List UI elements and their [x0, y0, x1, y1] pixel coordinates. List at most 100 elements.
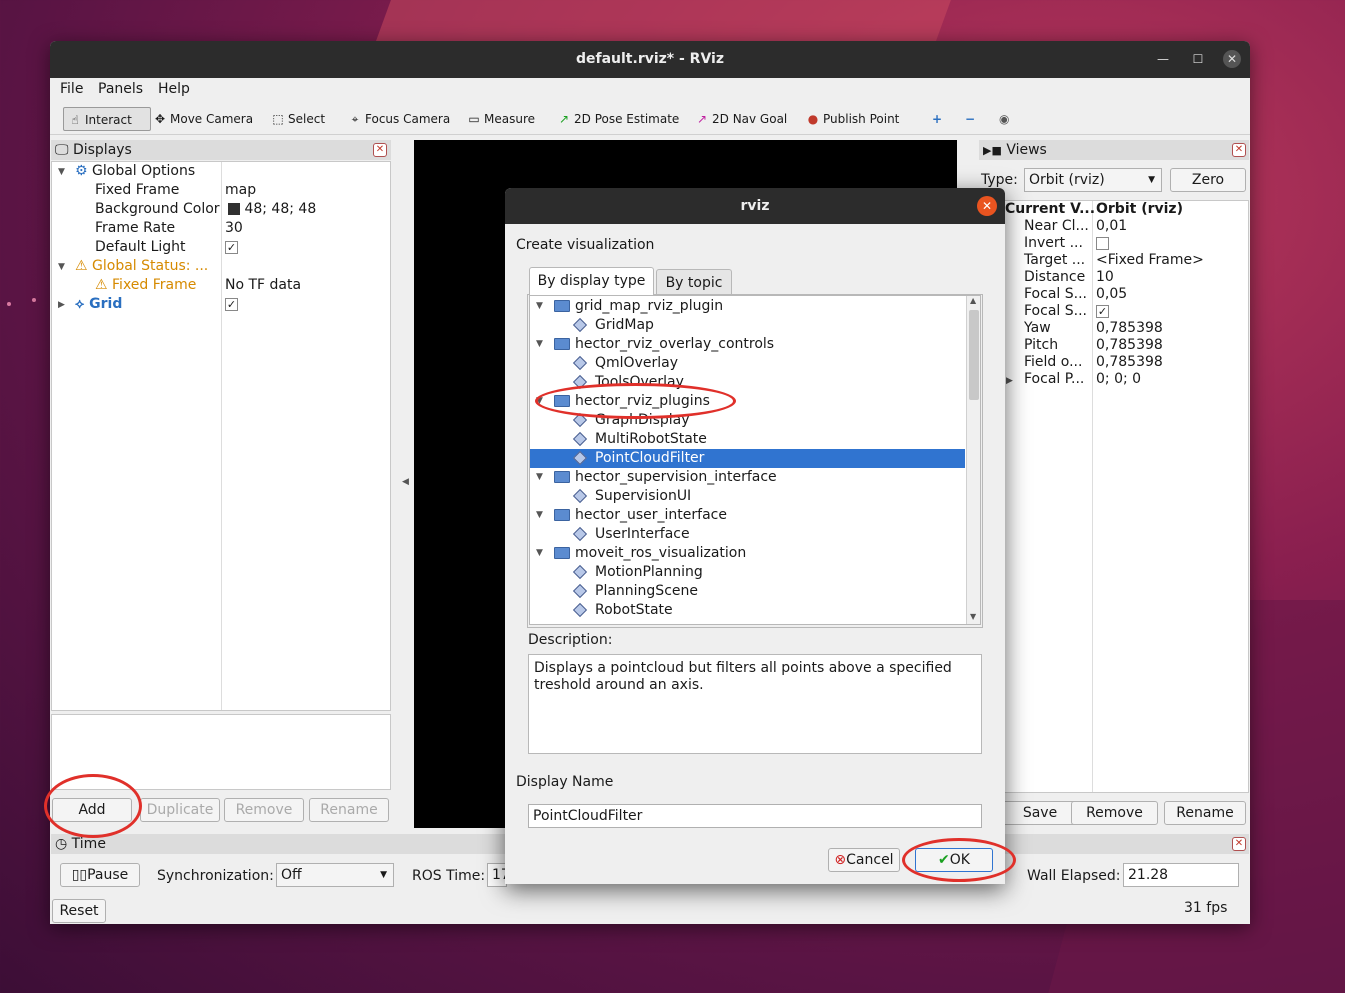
scroll-up-icon[interactable]: ▲: [970, 296, 976, 305]
scroll-down-icon[interactable]: ▼: [970, 612, 976, 621]
frame-rate-value[interactable]: 30: [225, 219, 243, 238]
ros-time-field[interactable]: 17: [487, 863, 510, 887]
interact-tool[interactable]: ☝ Interact: [63, 107, 151, 131]
pause-button[interactable]: ▯▯Pause: [60, 863, 140, 887]
cancel-button[interactable]: ⊗Cancel: [828, 848, 900, 872]
select-icon: ⬚: [272, 112, 284, 126]
plugin-package-row[interactable]: ▼ hector_supervision_interface: [530, 468, 965, 487]
collapse-arrow-icon[interactable]: ▶: [58, 300, 65, 310]
move-icon: ✥: [154, 112, 166, 126]
display-type-label: MultiRobotState: [595, 431, 707, 447]
view-property-value[interactable]: 0,785398: [1096, 337, 1163, 354]
view-property-value[interactable]: 0,01: [1096, 218, 1127, 235]
menu-panels[interactable]: Panels: [98, 81, 143, 97]
display-type-label: MotionPlanning: [595, 564, 703, 580]
global-options-row[interactable]: ⚙ Global Options: [75, 162, 195, 181]
view-property-value[interactable]: 10: [1096, 269, 1114, 286]
expand-arrow-icon[interactable]: ▼: [536, 506, 543, 525]
remove-display-button[interactable]: Remove: [224, 798, 304, 822]
expand-arrow-icon[interactable]: ▼: [536, 468, 543, 487]
view-property-value[interactable]: ✓: [1096, 303, 1109, 320]
expand-arrow-icon[interactable]: ▼: [536, 297, 543, 316]
maximize-button[interactable]: ☐: [1189, 50, 1207, 68]
fixed-frame-label: Fixed Frame: [95, 182, 180, 198]
plugin-package-row[interactable]: ▼ moveit_ros_visualization: [530, 544, 965, 563]
display-name-input[interactable]: PointCloudFilter: [528, 804, 982, 828]
splitter-arrow-icon[interactable]: ◀: [402, 477, 409, 487]
plugin-icon: [572, 582, 593, 601]
pose-estimate-tool[interactable]: ↗ 2D Pose Estimate: [554, 107, 679, 131]
close-window-button[interactable]: ✕: [1223, 50, 1241, 68]
invert-checkbox[interactable]: [1096, 236, 1109, 250]
eye-icon[interactable]: ◉: [997, 107, 1009, 131]
move-camera-tool[interactable]: ✥ Move Camera: [150, 107, 253, 131]
background-color-value[interactable]: 48; 48; 48: [228, 200, 316, 219]
minimize-button[interactable]: —: [1154, 50, 1172, 68]
expand-arrow-icon[interactable]: ▼: [58, 167, 65, 177]
view-property-value[interactable]: 0,785398: [1096, 320, 1163, 337]
save-view-button[interactable]: Save: [1002, 801, 1078, 825]
tab-by-topic[interactable]: By topic: [656, 269, 732, 294]
menu-file[interactable]: File: [60, 81, 83, 97]
rename-display-button[interactable]: Rename: [309, 798, 389, 822]
display-type-row[interactable]: UserInterface: [530, 525, 965, 544]
publish-point-tool[interactable]: ● Publish Point: [803, 107, 900, 131]
background-color-label: Background Color: [95, 201, 220, 217]
display-type-row[interactable]: MotionPlanning: [530, 563, 965, 582]
view-property-value[interactable]: 0; 0; 0: [1096, 371, 1141, 388]
plugin-package-row[interactable]: ▼ hector_user_interface: [530, 506, 965, 525]
view-property-value[interactable]: [1096, 235, 1109, 252]
default-light-checkbox[interactable]: ✓: [225, 238, 238, 257]
plugin-package-row[interactable]: ▼ hector_rviz_overlay_controls: [530, 335, 965, 354]
expand-arrow-icon[interactable]: ▼: [536, 335, 543, 354]
remove-tool-button[interactable]: −: [963, 107, 975, 131]
view-type-select[interactable]: Orbit (rviz) ▼: [1024, 168, 1162, 192]
select-label: Select: [288, 112, 326, 126]
display-type-row[interactable]: RobotState: [530, 601, 965, 620]
reset-button[interactable]: Reset: [52, 899, 106, 923]
grid-checkbox[interactable]: ✓: [225, 295, 238, 314]
display-type-row[interactable]: PointCloudFilter: [530, 449, 965, 468]
display-type-row[interactable]: MultiRobotState: [530, 430, 965, 449]
expand-arrow-icon[interactable]: ▼: [58, 262, 65, 272]
plugin-package-row[interactable]: ▼ grid_map_rviz_plugin: [530, 297, 965, 316]
zero-button[interactable]: Zero: [1170, 168, 1246, 192]
display-type-row[interactable]: PlanningScene: [530, 582, 965, 601]
add-tool-button[interactable]: +: [930, 107, 942, 131]
monitor-icon: 🖵: [55, 142, 69, 158]
synchronization-select[interactable]: Off ▼: [276, 863, 394, 887]
view-property-value[interactable]: 0,785398: [1096, 354, 1163, 371]
measure-tool[interactable]: ▭ Measure: [464, 107, 535, 131]
expand-arrow-icon[interactable]: ▼: [536, 544, 543, 563]
scroll-thumb[interactable]: [969, 310, 979, 400]
menu-help[interactable]: Help: [158, 81, 190, 97]
tab-by-display-type[interactable]: By display type: [529, 267, 654, 295]
display-type-row[interactable]: SupervisionUI: [530, 487, 965, 506]
display-type-row[interactable]: GridMap: [530, 316, 965, 335]
wall-elapsed-field[interactable]: 21.28: [1123, 863, 1239, 887]
displays-close-icon[interactable]: ✕: [373, 143, 387, 157]
displays-title: Displays: [72, 142, 132, 158]
dialog-close-icon[interactable]: ✕: [977, 196, 997, 216]
focus-icon: ⌖: [351, 112, 359, 126]
grid-row[interactable]: ⟡ Grid: [75, 295, 122, 314]
views-close-icon[interactable]: ✕: [1232, 143, 1246, 157]
background-color-text: 48; 48; 48: [244, 201, 317, 217]
view-property-value[interactable]: <Fixed Frame>: [1096, 252, 1204, 269]
collapse-arrow-icon[interactable]: ▶: [1006, 376, 1013, 386]
dialog-title: rviz: [505, 188, 1005, 224]
view-property-value[interactable]: 0,05: [1096, 286, 1127, 303]
global-status-row[interactable]: ⚠ Global Status: ...: [75, 257, 208, 276]
view-property-value[interactable]: Orbit (rviz): [1096, 201, 1183, 218]
wallpaper-dot: [32, 298, 36, 302]
nav-goal-tool[interactable]: ↗ 2D Nav Goal: [692, 107, 787, 131]
remove-view-button[interactable]: Remove: [1071, 801, 1158, 825]
display-type-row[interactable]: QmlOverlay: [530, 354, 965, 373]
fixed-frame-value[interactable]: map: [225, 181, 256, 200]
list-scrollbar[interactable]: ▲ ▼: [966, 296, 980, 624]
time-close-icon[interactable]: ✕: [1232, 837, 1246, 851]
focus-camera-tool[interactable]: ⌖ Focus Camera: [345, 107, 451, 131]
rename-view-button[interactable]: Rename: [1164, 801, 1246, 825]
duplicate-button[interactable]: Duplicate: [140, 798, 220, 822]
select-tool[interactable]: ⬚ Select: [268, 107, 325, 131]
